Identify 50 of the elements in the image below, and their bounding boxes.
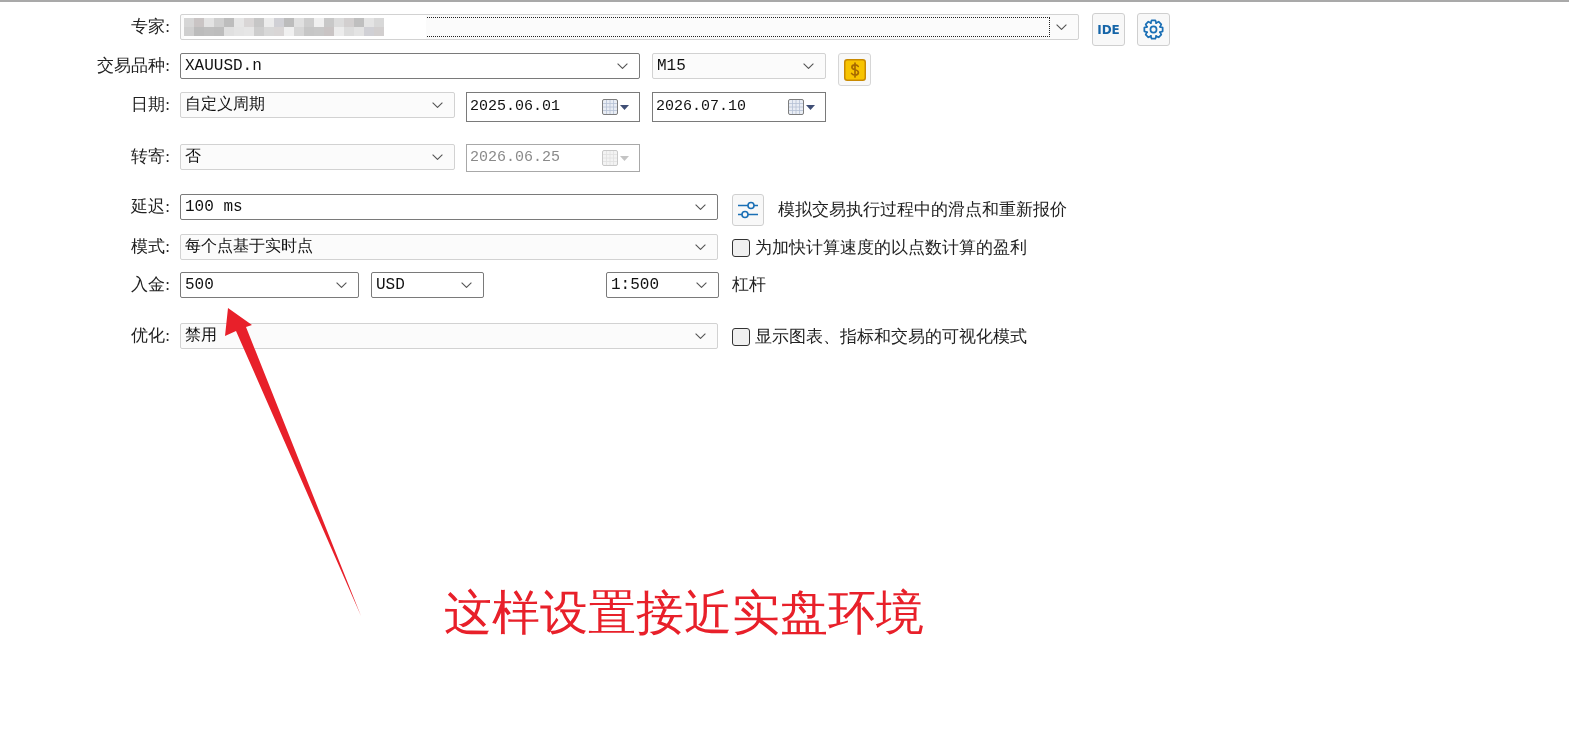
sliders-icon [737,199,759,221]
dropdown[interactable]: 每个点基于实时点 [180,234,718,260]
calendar-icon[interactable] [788,98,805,116]
checkbox-label: 为加快计算速度的以点数计算的盈利 [755,236,1027,260]
dropdown[interactable]: 100 ms [180,194,718,220]
chevron-down-icon [1056,24,1067,30]
dollar-icon [843,58,866,81]
caret-icon[interactable] [806,104,815,110]
calendar-icon[interactable] [602,98,619,116]
chevron-down-icon [696,282,707,288]
dropdown[interactable]: 1:500 [606,272,719,298]
hint-text: 模拟交易执行过程中的滑点和重新报价 [778,198,1067,222]
dropdown[interactable]: M15 [652,53,826,79]
field-label: 延迟: [130,196,170,218]
chevron-down-icon [803,63,814,69]
dropdown[interactable]: 500 [180,272,359,298]
field-label: 交易品种: [96,55,170,77]
field-label: 入金: [130,274,170,296]
dropdown[interactable]: USD [371,272,484,298]
dropdown[interactable]: 禁用 [180,323,718,349]
chevron-down-icon [695,333,706,339]
ide-button[interactable]: IDE [1092,13,1125,46]
slippage-settings-button[interactable] [732,194,764,226]
field-label: 优化: [130,325,170,347]
field-label: 模式: [130,236,170,258]
field-label: 专家: [130,16,170,38]
dropdown[interactable]: 否 [180,144,455,170]
checkbox[interactable] [732,239,750,257]
field-label: 日期: [130,94,170,116]
chevron-down-icon [695,244,706,250]
chevron-down-icon [461,282,472,288]
dropdown[interactable]: 自定义周期 [180,92,455,118]
settings-icon [1143,19,1164,40]
caret-icon[interactable] [620,104,629,110]
annotation-text: 这样设置接近实盘环境 [444,588,924,636]
chevron-down-icon [336,282,347,288]
date-field[interactable]: 2026.07.10 [652,92,826,122]
dropdown[interactable] [180,14,1079,40]
checkbox-label: 显示图表、指标和交易的可视化模式 [755,325,1027,349]
settings-button[interactable] [1137,13,1170,46]
symbol-button[interactable] [838,53,871,86]
chevron-down-icon [617,63,628,69]
chevron-down-icon [695,204,706,210]
dropdown[interactable]: XAUUSD.n [180,53,640,79]
checkbox[interactable] [732,328,750,346]
chevron-down-icon [432,102,443,108]
date-field[interactable]: 2025.06.01 [466,92,640,122]
hint-text: 杠杆 [732,273,766,297]
chevron-down-icon [432,154,443,160]
field-label: 转寄: [130,146,170,168]
